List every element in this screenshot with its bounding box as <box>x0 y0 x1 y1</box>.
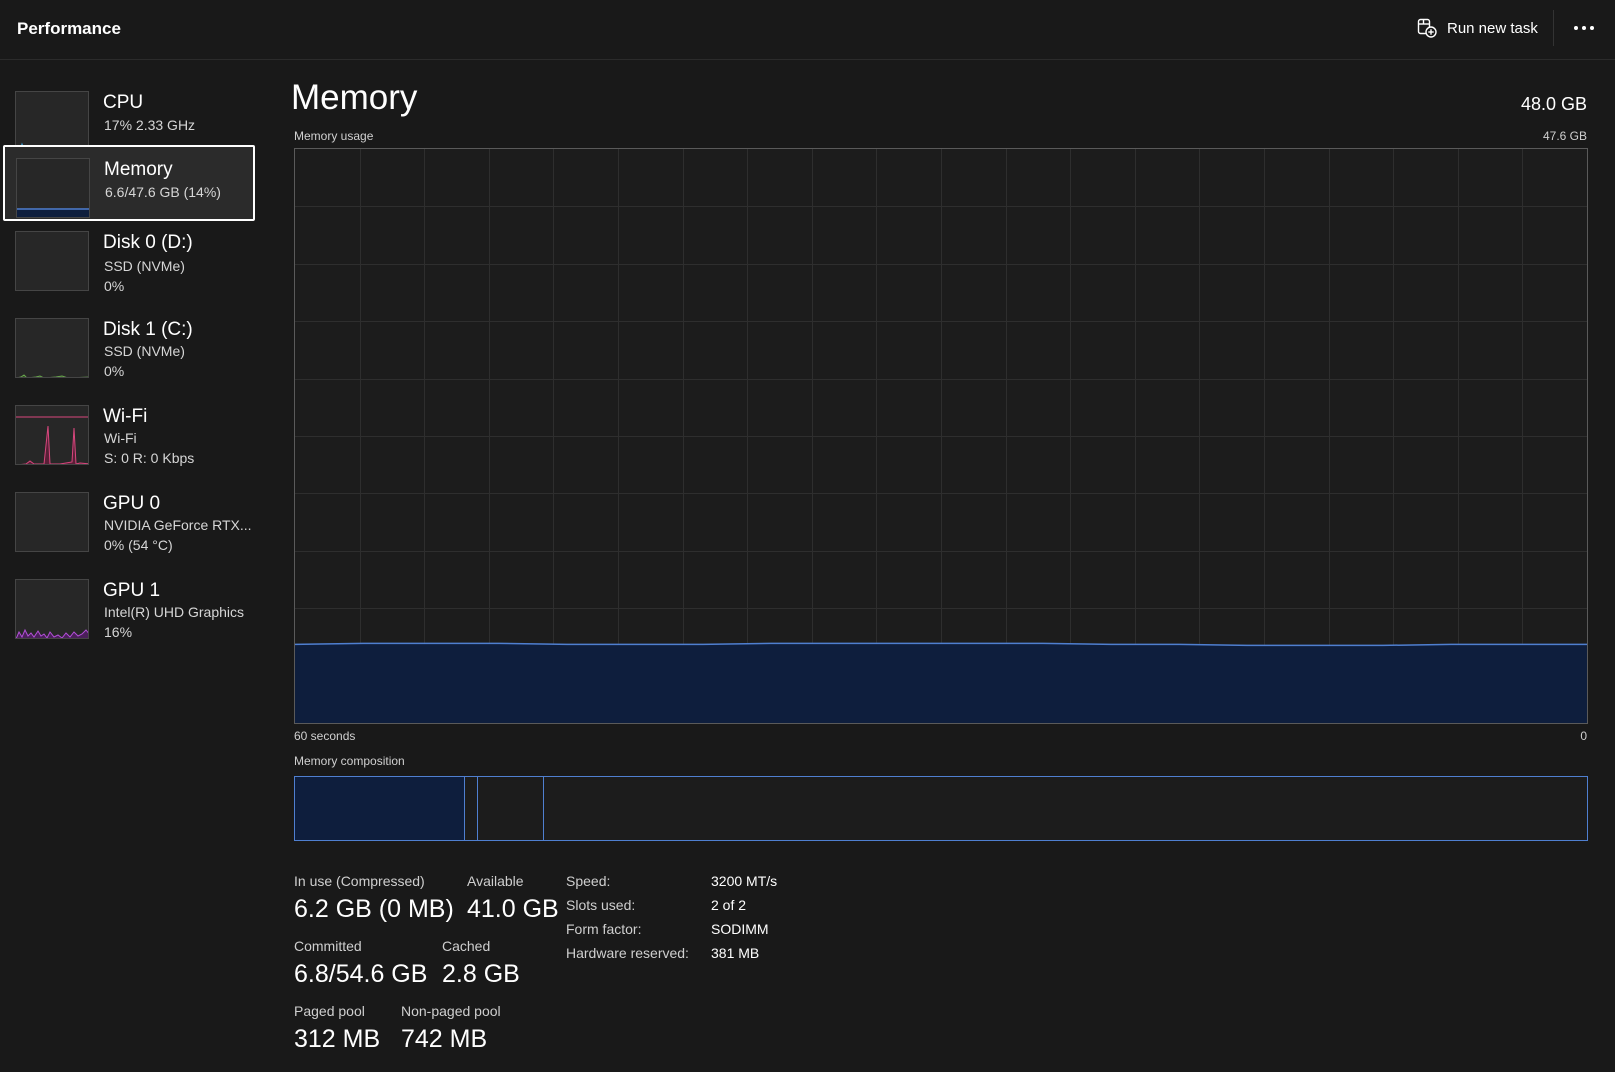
memory-usage-plot <box>295 149 1587 723</box>
sidebar-item-gpu-1[interactable]: GPU 1 Intel(R) UHD Graphics 16% <box>3 561 255 640</box>
sidebar-item-value: 0% <box>104 278 125 294</box>
sidebar-item-gpu-0[interactable]: GPU 0 NVIDIA GeForce RTX... 0% (54 °C) <box>3 474 255 553</box>
time-axis-end: 0 <box>1580 729 1587 743</box>
hardware-reserved-value: 381 MB <box>711 945 760 961</box>
gpu-1-thumbnail-graph <box>15 579 89 639</box>
memory-thumbnail-graph <box>16 158 90 218</box>
more-options-icon <box>1574 26 1594 30</box>
sidebar-item-value: 16% <box>104 624 133 640</box>
non-paged-pool-label: Non-paged pool <box>401 1003 501 1019</box>
cached-value: 2.8 GB <box>442 960 520 988</box>
cpu-thumbnail-graph <box>15 91 89 151</box>
memory-usage-area <box>295 643 1587 723</box>
composition-standby-segment[interactable] <box>478 777 544 840</box>
sidebar-item-value: 0% (54 °C) <box>104 537 173 553</box>
title-bar: Performance Run new task <box>0 0 1615 60</box>
memory-total: 48.0 GB <box>1520 94 1587 114</box>
sidebar-item-detail: NVIDIA GeForce RTX... <box>104 517 252 533</box>
slots-used-label: Slots used: <box>566 897 636 913</box>
gpu-0-thumbnail-graph <box>15 492 89 552</box>
cached-label: Cached <box>442 938 491 954</box>
sidebar-item-value: S: 0 R: 0 Kbps <box>104 450 195 466</box>
paged-pool-label: Paged pool <box>294 1003 365 1019</box>
composition-in-use-segment[interactable] <box>295 777 465 840</box>
sidebar-item-detail: 6.6/47.6 GB (14%) <box>105 184 221 200</box>
sidebar-item-detail: Wi-Fi <box>104 430 137 446</box>
in-use-value: 6.2 GB (0 MB) <box>294 895 454 923</box>
sidebar-item-title: Wi-Fi <box>103 406 148 427</box>
sidebar-item-title: Disk 0 (D:) <box>103 232 193 253</box>
hardware-reserved-label: Hardware reserved: <box>566 945 689 961</box>
available-value: 41.0 GB <box>467 895 559 923</box>
sidebar-item-detail: 17% 2.33 GHz <box>104 117 196 133</box>
form-factor-value: SODIMM <box>711 921 769 937</box>
sidebar-item-detail: Intel(R) UHD Graphics <box>104 604 245 620</box>
memory-composition-label: Memory composition <box>294 754 405 768</box>
memory-usage-graph <box>294 148 1588 724</box>
sidebar-item-value: 0% <box>104 363 125 379</box>
disk-0-thumbnail-graph <box>15 231 89 291</box>
more-options-button[interactable] <box>1566 12 1602 44</box>
composition-modified-segment[interactable] <box>465 777 478 840</box>
committed-value: 6.8/54.6 GB <box>294 960 428 988</box>
memory-usage-max: 47.6 GB <box>1542 129 1587 143</box>
sidebar-item-title: GPU 0 <box>103 493 161 514</box>
sidebar-item-title: CPU <box>103 92 144 113</box>
sidebar-item-detail: SSD (NVMe) <box>104 343 185 359</box>
form-factor-label: Form factor: <box>566 921 642 937</box>
sidebar-item-disk-0[interactable]: Disk 0 (D:) SSD (NVMe) 0% <box>3 213 255 294</box>
sidebar-item-wifi[interactable]: Wi-Fi Wi-Fi S: 0 R: 0 Kbps <box>3 387 255 466</box>
sidebar-item-disk-1[interactable]: Disk 1 (C:) SSD (NVMe) 0% <box>3 300 255 379</box>
slots-used-value: 2 of 2 <box>711 897 747 913</box>
memory-title: Memory <box>291 78 418 117</box>
time-axis-start: 60 seconds <box>294 729 356 743</box>
sidebar-item-detail: SSD (NVMe) <box>104 258 185 274</box>
paged-pool-value: 312 MB <box>294 1025 381 1053</box>
sidebar-item-title: Disk 1 (C:) <box>103 319 193 340</box>
sidebar-item-memory[interactable]: Memory 6.6/47.6 GB (14%) <box>3 145 255 221</box>
in-use-label: In use (Compressed) <box>294 873 425 889</box>
run-task-icon <box>1417 18 1437 38</box>
speed-value: 3200 MT/s <box>711 873 778 889</box>
available-label: Available <box>467 873 524 889</box>
memory-usage-label: Memory usage <box>294 129 374 143</box>
disk-1-thumbnail-graph <box>15 318 89 378</box>
memory-composition-bar <box>294 776 1588 841</box>
speed-label: Speed: <box>566 873 611 889</box>
sidebar-item-title: Memory <box>104 159 173 180</box>
wifi-thumbnail-graph <box>15 405 89 465</box>
sidebar-item-cpu[interactable]: CPU 17% 2.33 GHz <box>3 73 255 151</box>
sidebar-item-title: GPU 1 <box>103 580 161 601</box>
toolbar-divider <box>1553 10 1554 46</box>
page-title: Performance <box>17 19 121 38</box>
non-paged-pool-value: 742 MB <box>401 1025 488 1053</box>
committed-label: Committed <box>294 938 362 954</box>
run-new-task-button[interactable]: Run new task <box>1411 10 1544 46</box>
run-new-task-label: Run new task <box>1447 19 1538 37</box>
